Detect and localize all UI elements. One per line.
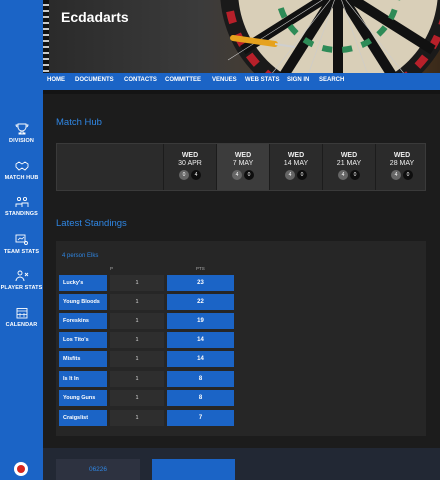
- nav-venues[interactable]: VENUES: [212, 77, 237, 83]
- table-row: Is It In 1 8: [59, 371, 234, 387]
- away-score: 0: [403, 170, 413, 180]
- sidebar-item-team-stats[interactable]: TEAM STATS: [0, 234, 43, 255]
- nav-web-stats[interactable]: WEB STATS: [245, 77, 279, 83]
- team-name[interactable]: Foreskins: [59, 313, 107, 329]
- sidebar-item-player-stats[interactable]: PLAYER STATS: [0, 270, 43, 291]
- home-score: 4: [232, 170, 242, 180]
- match-day[interactable]: WED 30 APR 04: [163, 144, 216, 190]
- away-score: 0: [244, 170, 254, 180]
- points-cell: 8: [167, 371, 234, 387]
- table-row: Los Tito's 1 14: [59, 332, 234, 348]
- sidebar-item-calendar[interactable]: CALENDAR: [0, 307, 43, 328]
- played-cell: 1: [110, 371, 164, 387]
- played-cell: 1: [110, 313, 164, 329]
- points-cell: 23: [167, 275, 234, 291]
- points-cell: 8: [167, 390, 234, 406]
- calendar-icon: [16, 308, 27, 319]
- trophy-icon: [15, 123, 28, 135]
- top-nav: HOME DOCUMENTS CONTACTS COMMITTEE VENUES…: [43, 73, 440, 90]
- away-score: 4: [191, 170, 201, 180]
- home-score: 0: [179, 170, 189, 180]
- nav-home[interactable]: HOME: [47, 77, 65, 83]
- standings-title: Latest Standings: [56, 218, 127, 229]
- sidebar-item-standings[interactable]: STANDINGS: [0, 196, 43, 217]
- points-cell: 14: [167, 332, 234, 348]
- col-header-points: PTS: [196, 266, 205, 271]
- played-cell: 1: [110, 410, 164, 426]
- table-row: Foreskins 1 19: [59, 313, 234, 329]
- team-stats-icon: [15, 234, 28, 245]
- footer-button[interactable]: 06226: [56, 459, 140, 480]
- table-row: Lucky's 1 23: [59, 275, 234, 291]
- player-stats-icon: [15, 270, 28, 282]
- home-score: 4: [285, 170, 295, 180]
- match-day-selected[interactable]: WED 7 MAY 40: [216, 144, 269, 190]
- away-score: 0: [350, 170, 360, 180]
- match-hub-strip: WED 30 APR 04 WED 7 MAY 40 WED 14 MAY 40…: [56, 143, 426, 191]
- match-day-date: 28 MAY: [389, 160, 415, 167]
- home-score: 4: [391, 170, 401, 180]
- team-name[interactable]: Young Bloods: [59, 294, 107, 310]
- header-divider: [43, 90, 440, 94]
- division-link[interactable]: 4 person Elks: [62, 253, 98, 259]
- sidebar-item-division[interactable]: DIVISION: [0, 123, 43, 144]
- points-cell: 7: [167, 410, 234, 426]
- points-cell: 14: [167, 351, 234, 367]
- played-cell: 1: [110, 332, 164, 348]
- match-day[interactable]: WED 14 MAY 40: [269, 144, 322, 190]
- away-score: 0: [297, 170, 307, 180]
- team-name[interactable]: Craigslist: [59, 410, 107, 426]
- match-day-weekday: WED: [393, 152, 411, 159]
- team-name[interactable]: Los Tito's: [59, 332, 107, 348]
- played-cell: 1: [110, 275, 164, 291]
- team-name[interactable]: Young Guns: [59, 390, 107, 406]
- match-day-date: 7 MAY: [232, 160, 254, 167]
- header-banner: Ecdadarts: [43, 0, 440, 73]
- played-cell: 1: [110, 390, 164, 406]
- sidebar-item-label: CALENDAR: [5, 322, 38, 328]
- nav-search[interactable]: SEARCH: [319, 77, 344, 83]
- sidebar-item-match-hub[interactable]: MATCH HUB: [0, 160, 43, 181]
- standings-icon: [15, 196, 28, 207]
- team-name[interactable]: Lucky's: [59, 275, 107, 291]
- nav-committee[interactable]: COMMITTEE: [165, 77, 201, 83]
- team-name[interactable]: Misfits: [59, 351, 107, 367]
- footer-blue-button[interactable]: [152, 459, 235, 480]
- points-cell: 22: [167, 294, 234, 310]
- match-hub-title: Match Hub: [56, 117, 102, 128]
- sidebar-item-label: MATCH HUB: [4, 175, 39, 181]
- sidebar-item-label: TEAM STATS: [3, 249, 40, 255]
- sidebar: DIVISION MATCH HUB STANDINGS TEAM STATS …: [0, 0, 43, 480]
- nav-documents[interactable]: DOCUMENTS: [75, 77, 114, 83]
- handshake-icon: [15, 161, 28, 171]
- played-cell: 1: [110, 294, 164, 310]
- sidebar-item-label: DIVISION: [9, 138, 34, 144]
- table-row: Misfits 1 14: [59, 351, 234, 367]
- sidebar-item-label: PLAYER STATS: [0, 285, 43, 291]
- league-logo[interactable]: [14, 462, 28, 476]
- table-row: Young Bloods 1 22: [59, 294, 234, 310]
- match-day-date: 14 MAY: [283, 160, 309, 167]
- table-row: Young Guns 1 8: [59, 390, 234, 406]
- match-day-weekday: WED: [340, 152, 358, 159]
- table-row: Craigslist 1 7: [59, 410, 234, 426]
- match-day[interactable]: WED 21 MAY 40: [322, 144, 375, 190]
- match-day-weekday: WED: [287, 152, 305, 159]
- played-cell: 1: [110, 351, 164, 367]
- sidebar-item-label: STANDINGS: [5, 211, 38, 217]
- points-cell: 19: [167, 313, 234, 329]
- home-score: 4: [338, 170, 348, 180]
- team-name[interactable]: Is It In: [59, 371, 107, 387]
- col-header-played: P: [110, 266, 114, 271]
- match-day-weekday: WED: [181, 152, 199, 159]
- nav-contacts[interactable]: CONTACTS: [124, 77, 157, 83]
- match-day-date: 21 MAY: [336, 160, 362, 167]
- match-day[interactable]: WED 28 MAY 40: [375, 144, 428, 190]
- site-title[interactable]: Ecdadarts: [61, 9, 129, 25]
- nav-sign-in[interactable]: SIGN IN: [287, 77, 309, 83]
- match-day-weekday: WED: [234, 152, 252, 159]
- match-day-date: 30 APR: [178, 160, 202, 167]
